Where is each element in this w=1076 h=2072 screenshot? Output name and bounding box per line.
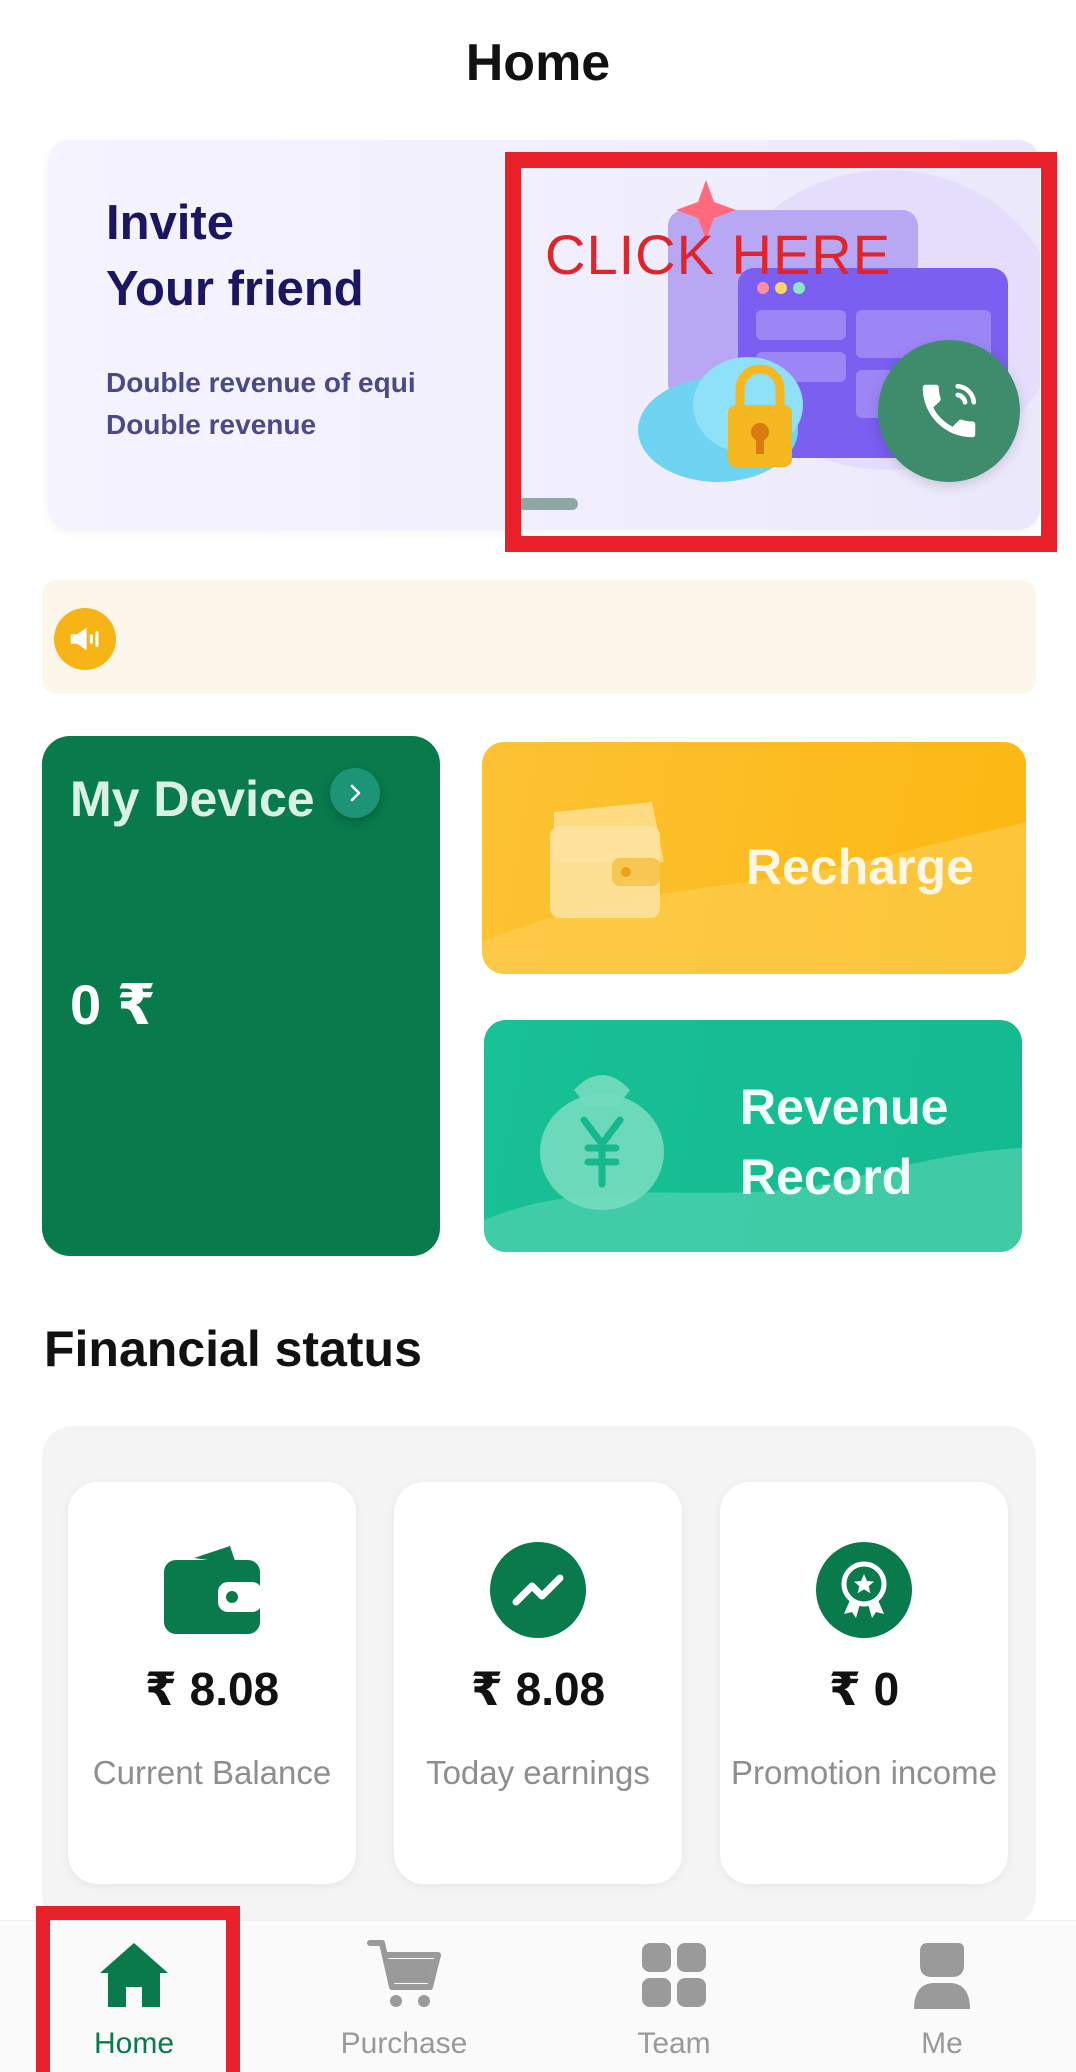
wallet-icon: [160, 1538, 264, 1642]
banner-title: Invite Your friend: [106, 196, 364, 316]
device-value: 0 ₹: [70, 973, 156, 1036]
nav-home-label: Home: [93, 2027, 175, 2060]
current-balance-value: ₹ 8.08: [144, 1663, 280, 1715]
revenue-record-label: Revenue Record: [740, 1079, 949, 1205]
bottom-navigation: Home Purchase Team Me: [0, 1920, 1076, 2072]
my-device-card[interactable]: My Device 0 ₹: [42, 736, 440, 1256]
page-header: Home: [0, 0, 1076, 125]
promotion-income-value: ₹ 0: [828, 1663, 900, 1715]
today-earnings-card[interactable]: ₹ 8.08 Today earnings: [394, 1482, 682, 1884]
grid-icon: [634, 1935, 714, 2015]
nav-purchase-label: Purchase: [340, 2027, 468, 2060]
trend-icon: [486, 1538, 590, 1642]
recharge-label: Recharge: [746, 839, 974, 895]
click-here-label: CLICK HERE: [545, 223, 892, 286]
nav-me[interactable]: Me: [842, 1935, 1042, 2065]
current-balance-label: Current Balance: [92, 1754, 332, 1791]
today-earnings-value: ₹ 8.08: [470, 1663, 606, 1715]
announcement-bar[interactable]: [42, 580, 1036, 694]
cart-icon: [364, 1935, 444, 2015]
current-balance-card[interactable]: ₹ 8.08 Current Balance: [68, 1482, 356, 1884]
page-title: Home: [465, 33, 611, 92]
award-icon: [812, 1538, 916, 1642]
nav-home[interactable]: Home: [34, 1935, 234, 2065]
banner-subtitle: Double revenue of equi Double revenue: [106, 367, 416, 440]
nav-purchase[interactable]: Purchase: [304, 1935, 504, 2065]
phone-icon: [922, 383, 977, 438]
nav-team[interactable]: Team: [574, 1935, 774, 2065]
user-icon: [902, 1935, 982, 2015]
nav-me-label: Me: [921, 2027, 963, 2060]
home-icon: [94, 1935, 174, 2015]
chevron-right-icon[interactable]: [330, 768, 380, 818]
megaphone-icon: [54, 608, 116, 670]
financial-status-title: Financial status: [44, 1321, 422, 1377]
revenue-record-button[interactable]: Revenue Record: [484, 1020, 1022, 1252]
recharge-button[interactable]: Recharge: [482, 742, 1026, 974]
customer-service-button[interactable]: [878, 340, 1020, 482]
promotion-income-card[interactable]: ₹ 0 Promotion income: [720, 1482, 1008, 1884]
home-page: Home Invite Your friend Double revenue o…: [0, 0, 1076, 2072]
promotion-income-label: Promotion income: [731, 1754, 997, 1791]
nav-team-label: Team: [637, 2027, 711, 2060]
my-device-title: My Device: [70, 771, 315, 827]
today-earnings-label: Today earnings: [426, 1754, 650, 1791]
